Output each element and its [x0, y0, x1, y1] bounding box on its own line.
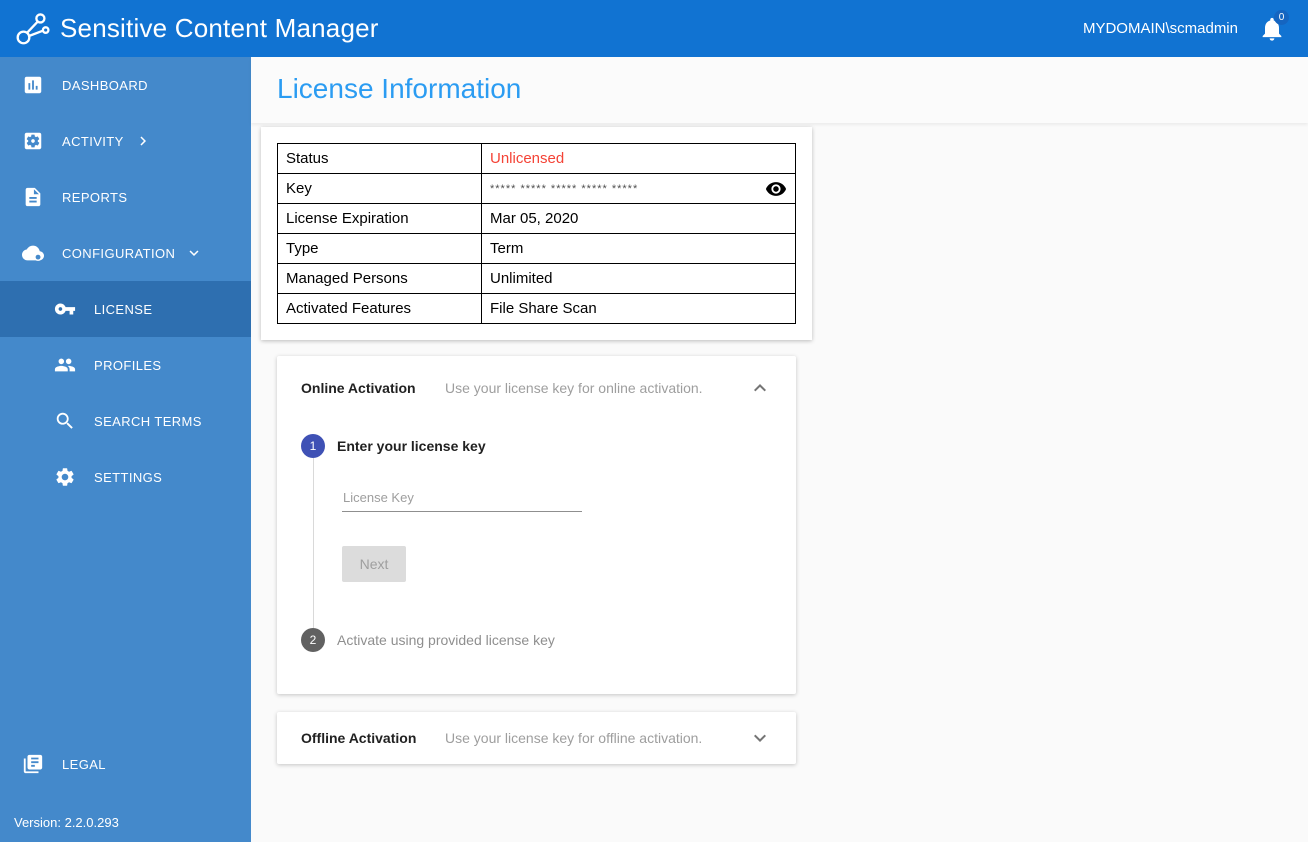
- row-label: Activated Features: [277, 293, 482, 324]
- sidebar-item-label: PROFILES: [94, 357, 162, 373]
- notifications-bell-icon[interactable]: 0: [1258, 9, 1289, 43]
- sidebar-item-legal[interactable]: LEGAL: [0, 736, 251, 792]
- row-value: File Share Scan: [481, 293, 796, 324]
- row-label: Type: [277, 233, 482, 264]
- activity-icon: [22, 130, 44, 152]
- show-key-eye-icon[interactable]: [765, 178, 787, 200]
- sidebar-item-search-terms[interactable]: SEARCH TERMS: [0, 393, 251, 449]
- step-2-label: Activate using provided license key: [337, 632, 555, 648]
- app-version: Version: 2.2.0.293: [14, 815, 119, 830]
- license-table: Status Unlicensed Key ***** ***** ***** …: [277, 143, 796, 324]
- legal-book-icon: [22, 753, 44, 775]
- sidebar-item-label: SETTINGS: [94, 469, 163, 485]
- sidebar-item-settings[interactable]: SETTINGS: [0, 449, 251, 505]
- chevron-down-icon: [185, 244, 203, 262]
- table-row: Status Unlicensed: [277, 143, 796, 174]
- gear-icon: [54, 466, 76, 488]
- card-title: Offline Activation: [301, 730, 417, 746]
- sidebar-item-label: CONFIGURATION: [62, 245, 176, 261]
- license-key-input[interactable]: [342, 484, 582, 512]
- sidebar-item-label: LICENSE: [94, 301, 153, 317]
- sidebar-item-label: REPORTS: [62, 189, 128, 205]
- expand-chevron-down-icon[interactable]: [748, 726, 772, 750]
- row-value: Term: [481, 233, 796, 264]
- configuration-icon: [22, 242, 44, 264]
- online-activation-header[interactable]: Online Activation Use your license key f…: [277, 356, 796, 420]
- sidebar-item-label: LEGAL: [62, 756, 106, 772]
- sidebar-item-dashboard[interactable]: DASHBOARD: [0, 57, 251, 113]
- status-value: Unlicensed: [481, 143, 796, 174]
- sidebar-item-label: SEARCH TERMS: [94, 413, 202, 429]
- next-button[interactable]: Next: [342, 546, 406, 582]
- sidebar-item-label: DASHBOARD: [62, 77, 148, 93]
- page-header: License Information: [251, 57, 1308, 123]
- main-content: License Information Status Unlicensed Ke…: [251, 57, 1308, 842]
- sidebar-item-configuration[interactable]: CONFIGURATION: [0, 225, 251, 281]
- step-1-label: Enter your license key: [337, 438, 486, 454]
- step-1-content: Next: [313, 458, 772, 628]
- table-row: Type Term: [277, 233, 796, 264]
- card-subtitle: Use your license key for offline activat…: [445, 730, 703, 746]
- card-subtitle: Use your license key for online activati…: [445, 380, 703, 396]
- card-title: Online Activation: [301, 380, 416, 396]
- content-column: Status Unlicensed Key ***** ***** ***** …: [261, 127, 812, 764]
- search-icon: [54, 410, 76, 432]
- row-value: Unlimited: [481, 263, 796, 294]
- table-row: Managed Persons Unlimited: [277, 263, 796, 294]
- sidebar-item-reports[interactable]: REPORTS: [0, 169, 251, 225]
- dashboard-icon: [22, 74, 44, 96]
- top-bar: Sensitive Content Manager MYDOMAIN\scmad…: [0, 0, 1308, 57]
- collapse-chevron-up-icon[interactable]: [748, 376, 772, 400]
- row-label: Status: [277, 143, 482, 174]
- table-row: License Expiration Mar 05, 2020: [277, 203, 796, 234]
- row-value: Mar 05, 2020: [481, 203, 796, 234]
- row-label: License Expiration: [277, 203, 482, 234]
- table-row: Activated Features File Share Scan: [277, 293, 796, 324]
- step-2-badge: 2: [301, 628, 325, 652]
- row-label: Key: [277, 173, 482, 204]
- key-icon: [54, 298, 76, 320]
- sidebar-item-label: ACTIVITY: [62, 133, 124, 149]
- step-2-header: 2 Activate using provided license key: [301, 628, 772, 652]
- step-1-header: 1 Enter your license key: [301, 434, 772, 458]
- page-title: License Information: [277, 73, 522, 104]
- offline-activation-header[interactable]: Offline Activation Use your license key …: [277, 712, 796, 764]
- app-title: Sensitive Content Manager: [60, 13, 379, 43]
- chevron-right-icon: [134, 132, 152, 150]
- reports-icon: [22, 186, 44, 208]
- topbar-right: MYDOMAIN\scmadmin 0: [1082, 9, 1289, 43]
- license-info-panel: Status Unlicensed Key ***** ***** ***** …: [261, 127, 812, 340]
- sidebar-item-profiles[interactable]: PROFILES: [0, 337, 251, 393]
- offline-activation-card: Offline Activation Use your license key …: [277, 712, 796, 764]
- notification-badge: 0: [1274, 9, 1289, 25]
- masked-key-value: ***** ***** ***** ***** *****: [490, 182, 639, 195]
- online-activation-card: Online Activation Use your license key f…: [277, 356, 796, 694]
- online-activation-stepper: 1 Enter your license key Next 2 Activate…: [277, 420, 796, 694]
- sidebar-item-license[interactable]: LICENSE: [0, 281, 251, 337]
- table-row: Key ***** ***** ***** ***** *****: [277, 173, 796, 204]
- user-name: MYDOMAIN\scmadmin: [1082, 20, 1238, 37]
- app-logo-icon: [14, 10, 52, 48]
- step-1-badge: 1: [301, 434, 325, 458]
- sidebar-item-activity[interactable]: ACTIVITY: [0, 113, 251, 169]
- people-icon: [54, 354, 76, 376]
- row-label: Managed Persons: [277, 263, 482, 294]
- sidebar: DASHBOARD ACTIVITY REPORTS CONFIGURATION…: [0, 57, 251, 842]
